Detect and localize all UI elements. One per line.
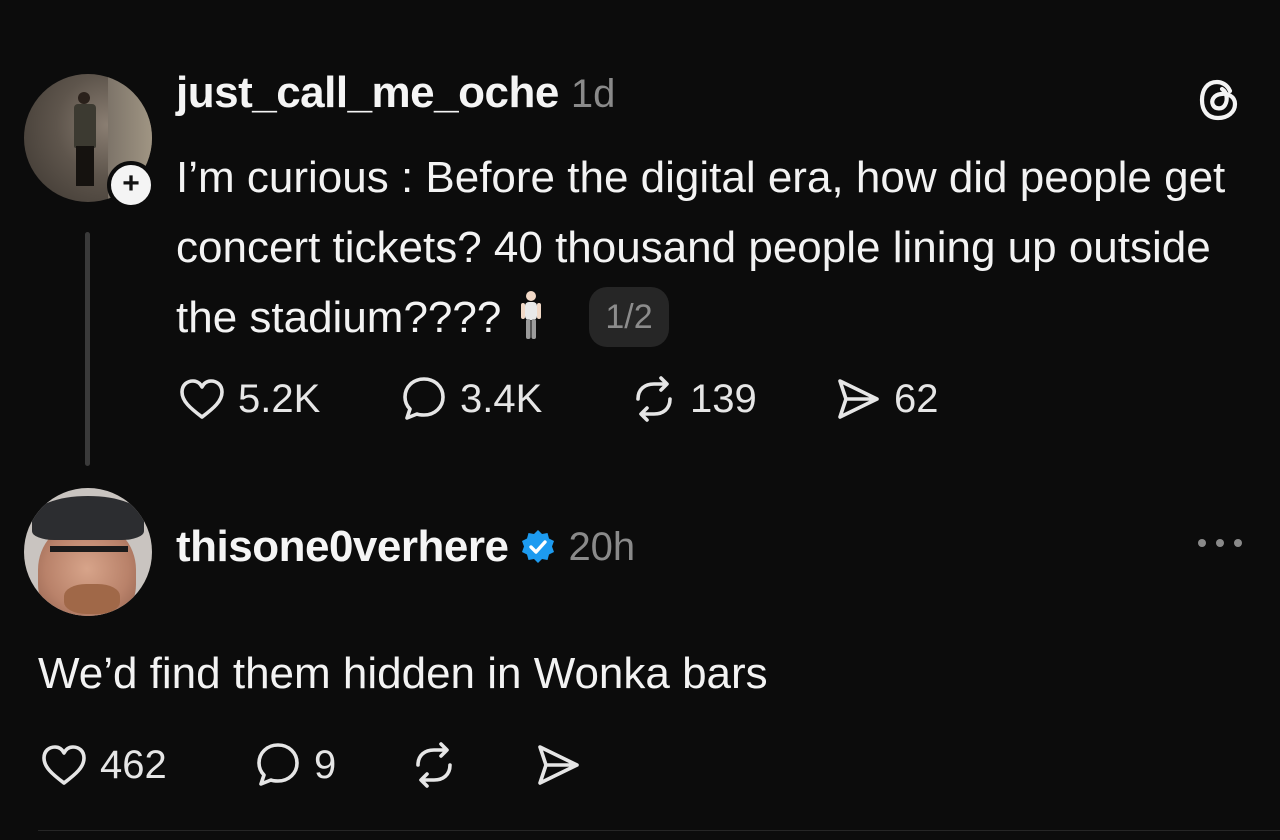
comment-count: 3.4K [460, 376, 543, 421]
repost-count: 139 [690, 376, 757, 421]
repost-button[interactable]: 139 [628, 373, 832, 425]
comment-button[interactable]: 3.4K [398, 373, 628, 425]
repost-icon [416, 742, 452, 788]
like-count: 5.2K [238, 376, 321, 421]
original-post-timestamp: 1d [570, 72, 616, 116]
heart-icon [42, 745, 86, 785]
avatar-reply-author[interactable] [24, 488, 152, 616]
comment-icon [403, 377, 445, 420]
avatar-figure [78, 92, 90, 104]
threads-logo-icon[interactable] [1196, 76, 1244, 124]
page-indicator-badge[interactable]: 1/2 [589, 287, 669, 347]
repost-icon [636, 376, 672, 422]
verified-badge-icon [522, 530, 555, 563]
reply-header: thisone0verhere 20h [176, 518, 635, 576]
reply-username[interactable]: thisone0verhere [176, 522, 509, 572]
thread-connector-line [85, 232, 90, 466]
comment-icon [257, 743, 299, 786]
avatar-figure-body [74, 104, 96, 148]
reply-like-count: 462 [100, 742, 167, 787]
like-button[interactable]: 5.2K [176, 373, 398, 425]
person-standing-emoji-icon [521, 291, 542, 339]
reply-share-button[interactable] [532, 739, 584, 791]
reply-timestamp: 20h [568, 524, 636, 569]
reply-comment-count: 9 [314, 742, 337, 787]
reply-like-button[interactable]: 462 [38, 739, 252, 791]
reply-body: We’d find them hidden in Wonka bars [38, 649, 768, 698]
original-post-text: I’m curious : Before the digital era, ho… [176, 153, 1226, 342]
more-icon[interactable] [1196, 536, 1244, 550]
share-icon [838, 379, 879, 419]
share-icon [538, 745, 579, 785]
avatar-cap [32, 496, 144, 540]
avatar-beard [64, 584, 120, 614]
reply-comment-button[interactable]: 9 [252, 739, 408, 791]
share-count: 62 [894, 376, 939, 421]
share-button[interactable]: 62 [832, 373, 939, 425]
original-post-header: just_call_me_oche 1d [176, 68, 615, 126]
threads-screen: + just_call_me_oche 1d I’m curious : Bef… [0, 0, 1280, 840]
avatar-figure-legs [76, 146, 94, 186]
reply-repost-button[interactable] [408, 739, 532, 791]
original-post-actions: 5.2K 3.4K 139 62 [176, 374, 939, 424]
reply-actions: 462 9 [38, 740, 584, 790]
post-divider [38, 830, 1280, 831]
original-post-body: I’m curious : Before the digital era, ho… [176, 143, 1256, 353]
avatar-glasses [50, 546, 128, 572]
follow-button[interactable]: + [107, 161, 155, 209]
heart-icon [180, 379, 224, 419]
original-post-username[interactable]: just_call_me_oche [176, 68, 559, 118]
